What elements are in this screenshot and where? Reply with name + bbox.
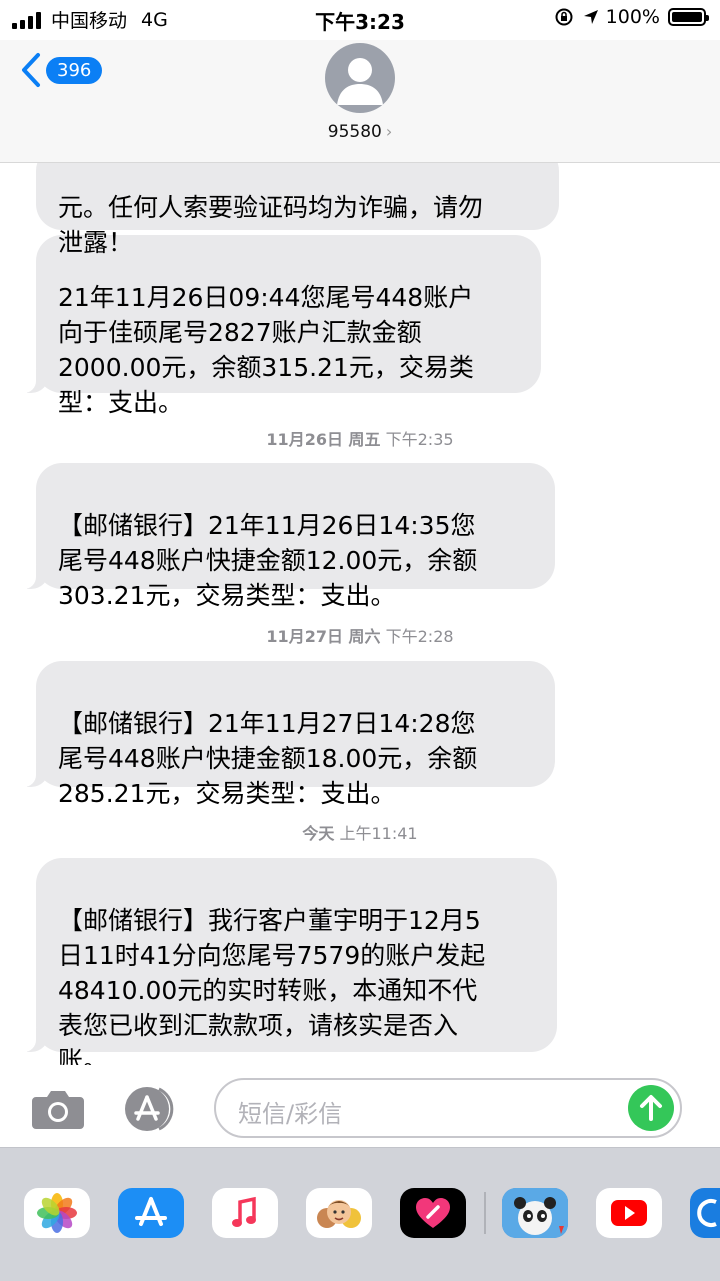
message-bubble[interactable]: 【邮储银行】我行客户董宇明于12月5 日11时41分向您尾号7579的账户发起 … xyxy=(16,858,557,1065)
battery-icon xyxy=(668,8,709,26)
app-store-app-button[interactable] xyxy=(118,1188,184,1238)
digital-touch-icon xyxy=(416,1198,450,1228)
timestamp-time: 下午2:28 xyxy=(385,627,454,646)
game-app-button[interactable] xyxy=(502,1188,568,1238)
partial-app-button[interactable] xyxy=(690,1188,720,1238)
arrow-up-icon xyxy=(640,1095,662,1121)
message-text: 【邮储银行】21年11月26日14:35您 尾号448账户快捷金额12.00元，… xyxy=(58,511,478,610)
memoji-app-button[interactable] xyxy=(306,1188,372,1238)
contact-name-button[interactable]: 95580 › xyxy=(0,122,720,142)
composer-bar: 短信/彩信 xyxy=(0,1065,720,1147)
battery-percent: 100% xyxy=(605,6,660,28)
music-icon xyxy=(232,1196,256,1227)
app-store-icon xyxy=(135,1197,167,1226)
message-input-placeholder: 短信/彩信 xyxy=(238,1100,343,1128)
status-bar: 中国移动 4G 下午3:23 100% xyxy=(0,0,720,40)
youtube-app-button[interactable] xyxy=(596,1188,662,1238)
digital-touch-app-button[interactable] xyxy=(400,1188,466,1238)
message-bubble[interactable]: 【邮储银行】21年11月26日14:35您 尾号448账户快捷金额12.00元，… xyxy=(16,463,555,610)
app-store-button[interactable] xyxy=(121,1086,179,1132)
youtube-icon xyxy=(611,1200,647,1226)
location-icon xyxy=(583,10,598,24)
imessage-app-tray xyxy=(0,1147,720,1281)
game-panda-icon xyxy=(502,1188,568,1238)
chevron-left-icon xyxy=(22,53,40,87)
message-bubble[interactable]: 元。任何人索要验证码均为诈骗，请勿 泄露！ xyxy=(36,163,559,257)
status-right: 100% xyxy=(554,6,709,28)
partial-app-icon xyxy=(697,1199,717,1227)
timestamp: 今天 上午11:41 xyxy=(0,820,720,844)
timestamp-time: 下午2:35 xyxy=(385,430,454,449)
camera-icon[interactable] xyxy=(30,1088,86,1130)
tray-divider xyxy=(484,1192,486,1234)
message-bubble[interactable]: 【邮储银行】21年11月27日14:28您 尾号448账户快捷金额18.00元，… xyxy=(16,661,555,808)
contact-name: 95580 xyxy=(327,122,382,142)
timestamp-time: 上午11:41 xyxy=(339,824,418,843)
contact-avatar[interactable] xyxy=(325,43,395,113)
timestamp: 11月27日 周六 下午2:28 xyxy=(0,623,720,647)
timestamp-date: 11月26日 周五 xyxy=(266,430,381,449)
conversation-header: 396 95580 › xyxy=(0,40,720,163)
photos-app-button[interactable] xyxy=(24,1188,90,1238)
timestamp: 11月26日 周五 下午2:35 xyxy=(0,426,720,450)
unread-count-badge: 396 xyxy=(46,56,103,84)
music-app-button[interactable] xyxy=(212,1188,278,1238)
message-text: 【邮储银行】21年11月27日14:28您 尾号448账户快捷金额18.00元，… xyxy=(58,709,478,808)
message-input[interactable]: 短信/彩信 xyxy=(214,1078,682,1138)
chevron-right-icon: › xyxy=(385,122,393,141)
message-text: 21年11月26日09:44您尾号448账户 向于佳硕尾号2827账户汇款金额 … xyxy=(58,283,474,417)
message-thread[interactable]: 元。任何人索要验证码均为诈骗，请勿 泄露！ 21年11月26日09:44您尾号4… xyxy=(0,163,720,1065)
timestamp-date: 11月27日 周六 xyxy=(266,627,381,646)
memoji-icon xyxy=(317,1200,361,1228)
timestamp-date: 今天 xyxy=(302,824,335,843)
person-icon xyxy=(337,58,383,105)
rotation-lock-icon xyxy=(555,8,573,26)
send-button[interactable] xyxy=(628,1085,674,1131)
photos-icon xyxy=(37,1193,77,1233)
message-bubble[interactable]: 21年11月26日09:44您尾号448账户 向于佳硕尾号2827账户汇款金额 … xyxy=(16,235,541,417)
message-text: 【邮储银行】我行客户董宇明于12月5 日11时41分向您尾号7579的账户发起 … xyxy=(58,906,486,1065)
back-button[interactable]: 396 xyxy=(20,52,103,88)
